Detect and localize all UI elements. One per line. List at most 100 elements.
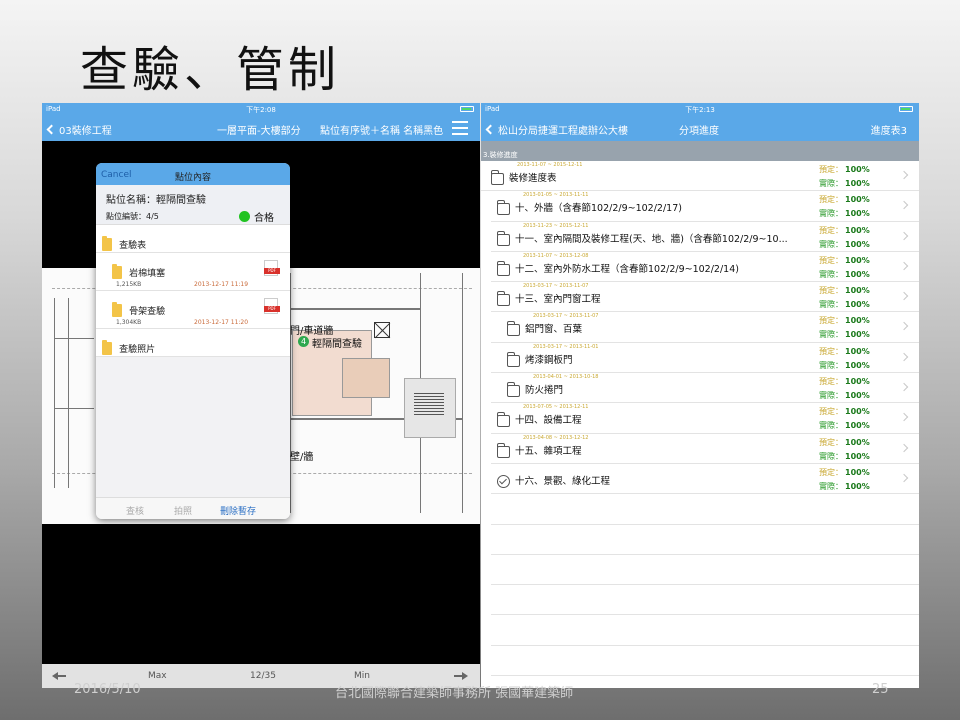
chevron-right-icon bbox=[899, 413, 909, 422]
actual-progress: 實際： 100% bbox=[819, 269, 870, 280]
planned-label: 預定： bbox=[819, 225, 843, 235]
pdf-icon[interactable] bbox=[264, 298, 280, 314]
actual-progress: 實際： 100% bbox=[819, 208, 870, 219]
grid-line bbox=[68, 298, 69, 488]
progress-row[interactable]: 2013-03-17 ~ 2013-11-07 鋁門窗、百葉 預定： 100% 實際： 1… bbox=[491, 312, 919, 343]
empty-list-row bbox=[491, 615, 919, 646]
chevron-left-icon bbox=[485, 124, 496, 135]
folder-icon bbox=[496, 230, 510, 250]
row-date-range: 2013-03-17 ~ 2013-11-07 bbox=[533, 313, 599, 320]
point-name: 點位名稱：輕隔間查驗 bbox=[106, 195, 206, 206]
row-date-range: 2013-11-23 ~ 2015-12-11 bbox=[523, 222, 589, 229]
pdf-icon[interactable] bbox=[264, 260, 280, 276]
plan-label-wall: 壁/牆 bbox=[290, 452, 314, 463]
section-header: 3.裝修進度 bbox=[481, 141, 919, 161]
chevron-right-icon bbox=[899, 352, 909, 362]
planned-label: 預定： bbox=[819, 437, 843, 447]
progress-row[interactable]: 2013-04-08 ~ 2013-12-12 十五、雜項工程 預定： 100% 實際：… bbox=[491, 434, 919, 464]
check-circle-icon bbox=[497, 473, 510, 492]
actual-value: 100% bbox=[845, 360, 870, 370]
planned-progress: 預定： 100% bbox=[819, 285, 870, 296]
progress-row[interactable]: 2013-11-07 ~ 2013-12-08 十二、室內外防水工程（含春節102… bbox=[491, 252, 919, 283]
planned-progress: 預定： 100% bbox=[819, 406, 870, 417]
back-button[interactable]: 03裝修工程 bbox=[46, 122, 112, 137]
folder-label: 查驗表 bbox=[119, 241, 147, 251]
progress-row[interactable]: 2013-07-05 ~ 2013-12-11 十四、設備工程 預定： 100% 實際：… bbox=[491, 403, 919, 434]
row-date-range: 2013-03-17 ~ 2013-11-01 bbox=[533, 343, 599, 350]
nav-bar: 松山分局捷運工程處辦公大樓 分項進度 進度表3 bbox=[481, 115, 919, 141]
planned-label: 預定： bbox=[819, 286, 843, 296]
actual-progress: 實際： 100% bbox=[819, 178, 870, 189]
planned-label: 預定： bbox=[819, 255, 843, 265]
nav-bar: 03裝修工程 一層平面-大樓部分 點位有序號＋名稱 名稱黑色 bbox=[42, 115, 480, 141]
slide-footer: 2016/5/10 台北國際聯合建築師事務所 張國華建築師 25 bbox=[0, 682, 960, 702]
shaft-icon bbox=[374, 322, 390, 338]
actual-label: 實際： bbox=[819, 481, 843, 491]
progress-row[interactable]: 2013-03-17 ~ 2013-11-01 烤漆鋼板門 預定： 100% 實際： 10… bbox=[491, 343, 919, 374]
planned-progress: 預定： 100% bbox=[819, 164, 870, 175]
actual-value: 100% bbox=[845, 481, 870, 491]
row-date-range: 2013-04-08 ~ 2013-12-12 bbox=[523, 434, 589, 441]
arrow-right-icon[interactable] bbox=[454, 671, 468, 681]
progress-row[interactable]: 2013-01-05 ~ 2013-11-11 十、外牆（含春節102/2/9~1… bbox=[491, 191, 919, 222]
actual-label: 實際： bbox=[819, 269, 843, 279]
list-item-folder[interactable]: 查驗照片 bbox=[96, 329, 290, 357]
actual-value: 100% bbox=[845, 269, 870, 279]
empty-list-row bbox=[491, 525, 919, 555]
progress-list: 2013-11-07 ~ 2015-12-11 裝修進度表 預定： 100% 實際： 10… bbox=[481, 161, 919, 495]
progress-row[interactable]: 2013-11-23 ~ 2015-12-11 十一、室內隔間及裝修工程(天、地、… bbox=[491, 222, 919, 252]
actual-value: 100% bbox=[845, 421, 870, 431]
point-display-option[interactable]: 點位有序號＋名稱 名稱黑色 bbox=[320, 122, 443, 137]
planned-value: 100% bbox=[845, 377, 870, 387]
planned-progress: 預定： 100% bbox=[819, 194, 870, 205]
row-label: 防火捲門 bbox=[525, 385, 564, 397]
row-label: 十一、室內隔間及裝修工程(天、地、牆)（含春節102/2/9~10... bbox=[515, 233, 788, 245]
list-item-file[interactable]: 岩棉填塞 1,215KB 2013-12-17 11:19 bbox=[96, 253, 290, 291]
check-button[interactable]: 查核 bbox=[126, 504, 144, 517]
actual-label: 實際： bbox=[819, 330, 843, 340]
nav-title: 分項進度 bbox=[679, 126, 719, 137]
progress-row[interactable]: 2013-04-01 ~ 2013-10-18 防火捲門 預定： 100% 實際： 100… bbox=[491, 373, 919, 404]
planned-label: 預定： bbox=[819, 195, 843, 205]
folder-icon bbox=[496, 412, 510, 431]
planned-value: 100% bbox=[845, 437, 870, 447]
popover-header: Cancel 點位內容 bbox=[96, 163, 290, 185]
actual-progress: 實際： 100% bbox=[819, 239, 870, 250]
zoom-max-button[interactable]: Max bbox=[148, 671, 167, 681]
file-size: 1,215KB bbox=[116, 281, 142, 288]
empty-rows bbox=[481, 494, 919, 677]
planned-progress: 預定： 100% bbox=[819, 225, 870, 236]
photo-button[interactable]: 拍照 bbox=[174, 504, 192, 517]
schedule-selector[interactable]: 進度表3 bbox=[871, 122, 907, 137]
actual-value: 100% bbox=[845, 209, 870, 219]
zoom-min-button[interactable]: Min bbox=[354, 671, 370, 681]
row-date-range: 2013-11-07 ~ 2015-12-11 bbox=[517, 162, 583, 168]
progress-row[interactable]: 2013-03-17 ~ 2013-11-07 十三、室內門窗工程 預定： 100% 實… bbox=[491, 282, 919, 313]
menu-icon[interactable] bbox=[452, 121, 468, 135]
planned-progress: 預定： 100% bbox=[819, 255, 870, 266]
file-date: 2013-12-17 11:19 bbox=[194, 281, 249, 288]
popover-title: 點位內容 bbox=[174, 173, 211, 183]
progress-row[interactable]: 十六、景觀、綠化工程 預定： 100% 實際： 100% bbox=[491, 464, 919, 495]
planned-value: 100% bbox=[845, 255, 870, 265]
folder-icon bbox=[506, 382, 520, 401]
arrow-left-icon[interactable] bbox=[52, 671, 66, 681]
footer-date: 2016/5/10 bbox=[74, 682, 141, 697]
back-button[interactable]: 松山分局捷運工程處辦公大樓 bbox=[485, 122, 628, 137]
list-item-file[interactable]: 骨架查驗 1,304KB 2013-12-17 11:20 bbox=[96, 291, 290, 329]
folder-icon bbox=[496, 200, 510, 219]
list-item-folder[interactable]: 查驗表 bbox=[96, 225, 290, 253]
file-label: 岩棉填塞 bbox=[129, 269, 166, 279]
grid-line bbox=[54, 338, 94, 339]
back-label: 松山分局捷運工程處辦公大樓 bbox=[498, 126, 628, 137]
row-label: 裝修進度表 bbox=[509, 173, 557, 184]
actual-label: 實際： bbox=[819, 421, 843, 431]
wall-line bbox=[462, 273, 463, 513]
delete-draft-button[interactable]: 刪除暫存 bbox=[220, 504, 256, 517]
status-time: 下午2:13 bbox=[685, 106, 715, 114]
folder-icon bbox=[506, 351, 520, 371]
progress-row[interactable]: 2013-11-07 ~ 2015-12-11 裝修進度表 預定： 100% 實際： 10… bbox=[481, 161, 919, 192]
actual-label: 實際： bbox=[819, 360, 843, 370]
planned-label: 預定： bbox=[819, 316, 843, 326]
inspection-point-marker[interactable]: 4 bbox=[298, 336, 309, 347]
